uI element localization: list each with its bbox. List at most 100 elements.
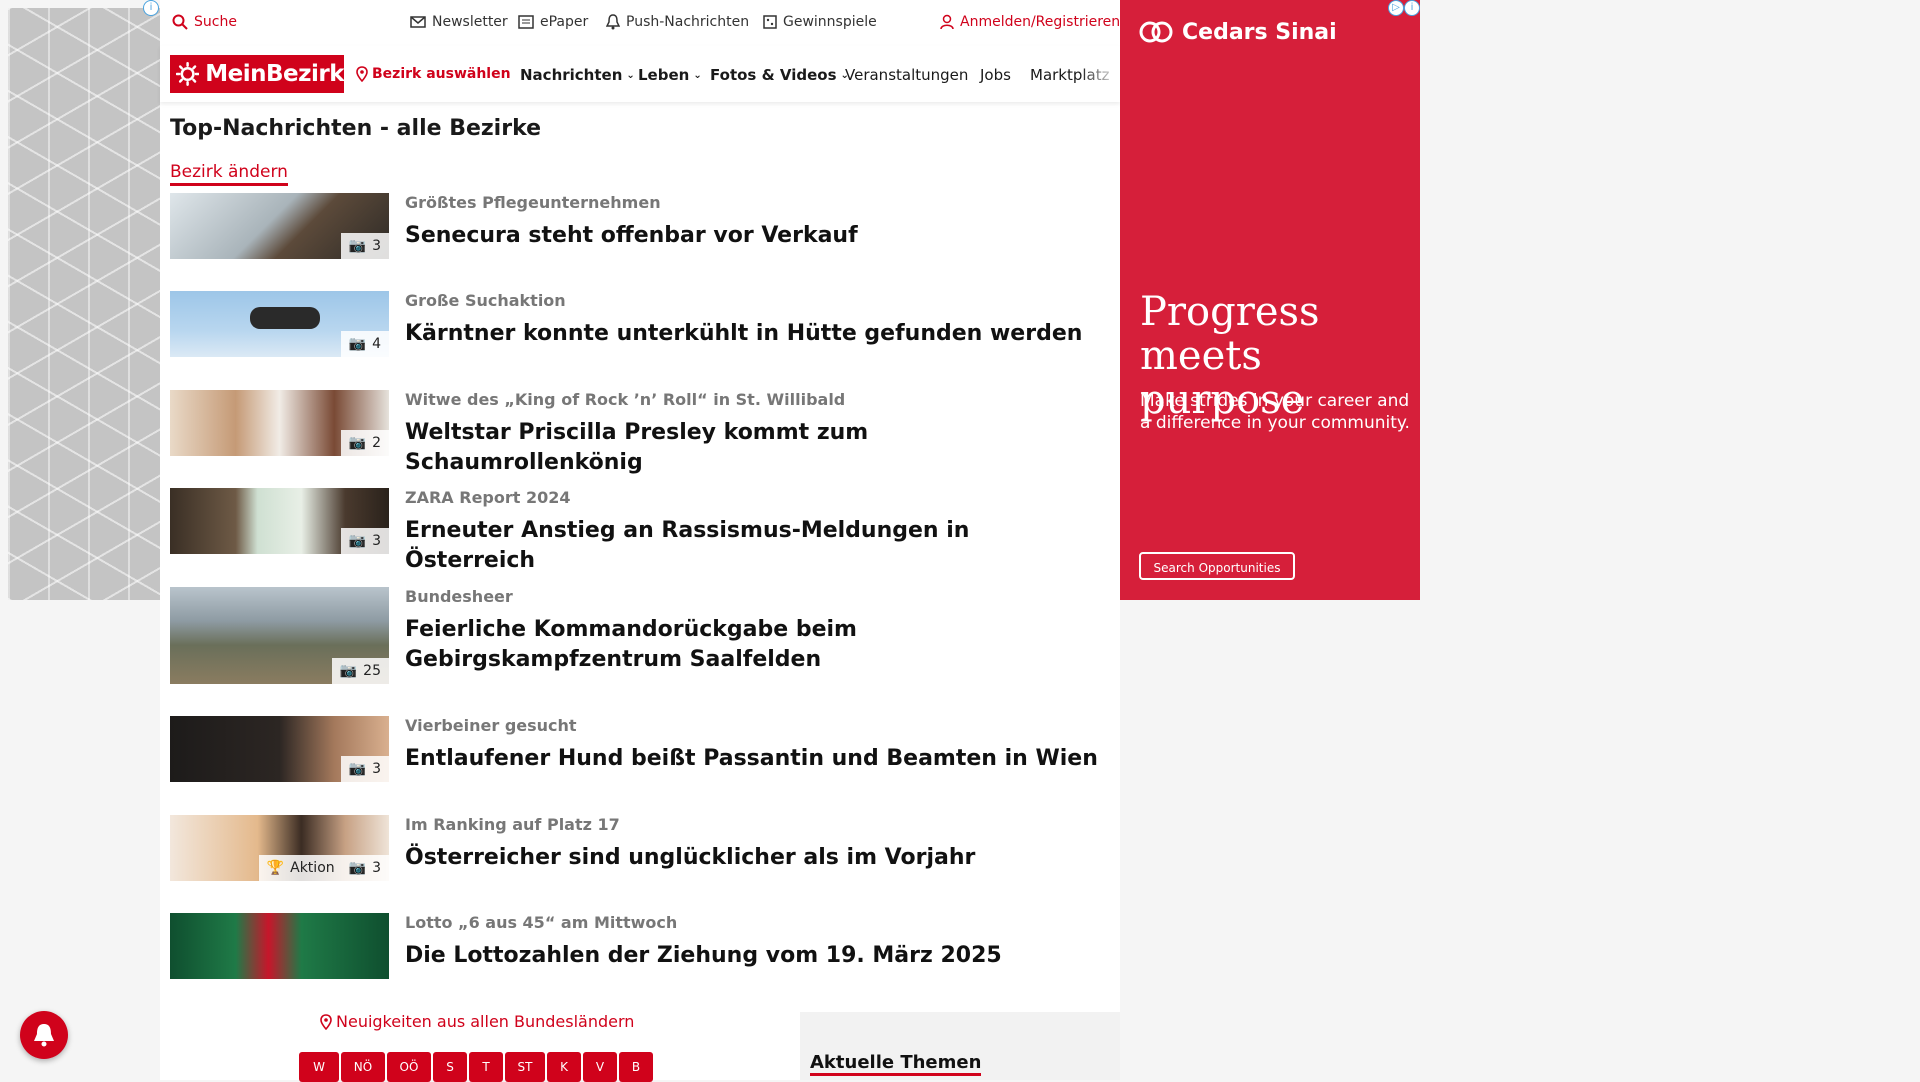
mail-icon [410, 16, 426, 28]
gallery-icon: 📷 [348, 533, 367, 549]
main-navbar: MeinBezirk Bezirk auswählen Nachrichten … [160, 46, 1120, 102]
current-topics-box: Aktuelle Themen [800, 1012, 1120, 1080]
site-logo[interactable]: MeinBezirk [170, 55, 344, 93]
article-thumbnail[interactable]: 📷 2 [170, 390, 389, 456]
article-headline[interactable]: Österreicher sind unglücklicher als im V… [405, 843, 1105, 873]
state-button-ooe[interactable]: OÖ [387, 1052, 431, 1082]
nav-label: Fotos & Videos [710, 66, 837, 84]
ad-info-icon[interactable]: i [1404, 0, 1420, 16]
nav-item-fotos-videos[interactable]: Fotos & Videos ⌄ [710, 66, 849, 84]
games-link[interactable]: Gewinnspiele [763, 14, 877, 30]
helicopter-shape [250, 307, 320, 329]
article-kicker: Im Ranking auf Platz 17 [405, 815, 620, 834]
state-button-b[interactable]: B [619, 1052, 653, 1082]
ad-info-icon[interactable]: i [143, 0, 159, 16]
state-button-st[interactable]: ST [505, 1052, 545, 1082]
gallery-icon: 📷 [339, 663, 358, 679]
change-district-link[interactable]: Bezirk ändern [170, 162, 288, 186]
article-headline[interactable]: Entlaufener Hund beißt Passantin und Bea… [405, 744, 1105, 774]
left-ad-banner[interactable] [8, 8, 160, 600]
nav-label: Jobs [980, 66, 1011, 84]
article-thumbnail[interactable]: 🏆 Aktion 📷 3 [170, 815, 389, 881]
article-headline[interactable]: Die Lottozahlen der Ziehung vom 19. März… [405, 941, 1105, 971]
login-link[interactable]: Anmelden/Registrieren [940, 14, 1120, 30]
push-label: Push-Nachrichten [626, 14, 750, 30]
nav-item-leben[interactable]: Leben ⌄ [638, 66, 702, 84]
state-button-v[interactable]: V [583, 1052, 617, 1082]
photo-count-badge: 📷 3 [340, 528, 389, 554]
article-item[interactable]: 📷 3 ZARA Report 2024 Erneuter Anstieg an… [170, 488, 1110, 573]
article-kicker: Große Suchaktion [405, 291, 566, 310]
photo-count: 4 [372, 336, 381, 352]
article-kicker: Vierbeiner gesucht [405, 716, 577, 735]
article-item[interactable]: 📷 4 Große Suchaktion Kärntner konnte unt… [170, 291, 1110, 361]
article-thumbnail[interactable]: 📷 3 [170, 193, 389, 259]
state-button-t[interactable]: T [469, 1052, 503, 1082]
article-item[interactable]: 📷 2 Witwe des „King of Rock ’n’ Roll“ in… [170, 390, 1110, 475]
ad-brand-name: Cedars Sinai [1182, 19, 1337, 45]
article-headline[interactable]: Senecura steht offenbar vor Verkauf [405, 221, 1105, 251]
article-kicker: Lotto „6 aus 45“ am Mittwoch [405, 913, 678, 932]
article-kicker: ZARA Report 2024 [405, 488, 571, 507]
all-states-label: Neuigkeiten aus allen Bundesländern [336, 1012, 635, 1031]
state-button-s[interactable]: S [433, 1052, 467, 1082]
epaper-label: ePaper [540, 14, 589, 30]
photo-count: 2 [372, 435, 381, 451]
ad-cta-button[interactable]: Search Opportunities [1139, 552, 1295, 580]
article-thumbnail[interactable] [170, 913, 389, 979]
bell-icon [606, 14, 620, 30]
search-link[interactable]: Suche [172, 14, 237, 30]
notification-bell-button[interactable] [20, 1011, 68, 1059]
bundeslaender-section: Neuigkeiten aus allen Bundesländern W NÖ… [160, 1012, 800, 1082]
article-headline[interactable]: Feierliche Kommandorückgabe beim Gebirgs… [405, 615, 1105, 675]
newsletter-link[interactable]: Newsletter [410, 14, 508, 30]
article-item[interactable]: 📷 3 Größtes Pflegeunternehmen Senecura s… [170, 193, 1110, 263]
logo-sun-icon [176, 61, 200, 87]
article-item[interactable]: Lotto „6 aus 45“ am Mittwoch Die Lottoza… [170, 913, 1110, 983]
article-thumbnail[interactable]: 📷 3 [170, 488, 389, 554]
photo-count-badge: 🏆 Aktion 📷 3 [258, 855, 389, 881]
gallery-icon: 📷 [348, 336, 367, 352]
district-select-label: Bezirk auswählen [372, 66, 511, 82]
photo-count: 3 [372, 761, 381, 777]
nav-label: Nachrichten [520, 66, 623, 84]
adchoices-icon[interactable]: ▷ [1388, 0, 1404, 16]
article-kicker: Witwe des „King of Rock ’n’ Roll“ in St.… [405, 390, 846, 409]
brand-logo-icon [1139, 21, 1173, 43]
article-headline[interactable]: Kärntner konnte unterkühlt in Hütte gefu… [405, 319, 1105, 349]
trophy-icon: 🏆 [266, 860, 285, 876]
article-item[interactable]: 📷 25 Bundesheer Feierliche Kommandorückg… [170, 587, 1110, 685]
nav-label: Veranstaltungen [845, 66, 969, 84]
ad-subtitle: Make strides in your career and a differ… [1140, 391, 1410, 433]
gallery-icon: 📷 [348, 860, 367, 876]
utility-bar: Suche Newsletter ePaper Push-Nachrichten… [160, 0, 1120, 46]
state-button-k[interactable]: K [547, 1052, 581, 1082]
all-states-link[interactable]: Neuigkeiten aus allen Bundesländern [320, 1012, 634, 1031]
photo-count: 25 [363, 663, 381, 679]
nav-item-veranstaltungen[interactable]: Veranstaltungen [845, 66, 968, 84]
photo-count-badge: 📷 3 [340, 756, 389, 782]
article-item[interactable]: 📷 3 Vierbeiner gesucht Entlaufener Hund … [170, 716, 1110, 786]
article-thumbnail[interactable]: 📷 4 [170, 291, 389, 357]
nav-item-jobs[interactable]: Jobs [980, 66, 1011, 84]
article-item[interactable]: 🏆 Aktion 📷 3 Im Ranking auf Platz 17 Öst… [170, 815, 1110, 885]
article-headline[interactable]: Erneuter Anstieg an Rassismus-Meldungen … [405, 516, 1105, 576]
nav-item-nachrichten[interactable]: Nachrichten ⌄ [520, 66, 635, 84]
article-headline[interactable]: Weltstar Priscilla Presley kommt zum Sch… [405, 418, 1105, 478]
login-label: Anmelden/Registrieren [960, 14, 1121, 30]
photo-count-badge: 📷 2 [340, 430, 389, 456]
epaper-link[interactable]: ePaper [518, 14, 588, 30]
state-button-w[interactable]: W [299, 1052, 339, 1082]
nav-fade [1080, 46, 1120, 102]
article-thumbnail[interactable]: 📷 3 [170, 716, 389, 782]
article-kicker: Bundesheer [405, 587, 513, 606]
state-button-noe[interactable]: NÖ [341, 1052, 385, 1082]
article-thumbnail[interactable]: 📷 25 [170, 587, 389, 684]
photo-count: 3 [372, 860, 381, 876]
gallery-icon: 📷 [348, 761, 367, 777]
right-ad-banner[interactable]: Cedars Sinai Progress meets purpose Make… [1120, 0, 1420, 600]
search-icon [172, 14, 188, 30]
gallery-icon: 📷 [348, 435, 367, 451]
district-select[interactable]: Bezirk auswählen [356, 66, 511, 82]
push-link[interactable]: Push-Nachrichten [606, 14, 749, 30]
